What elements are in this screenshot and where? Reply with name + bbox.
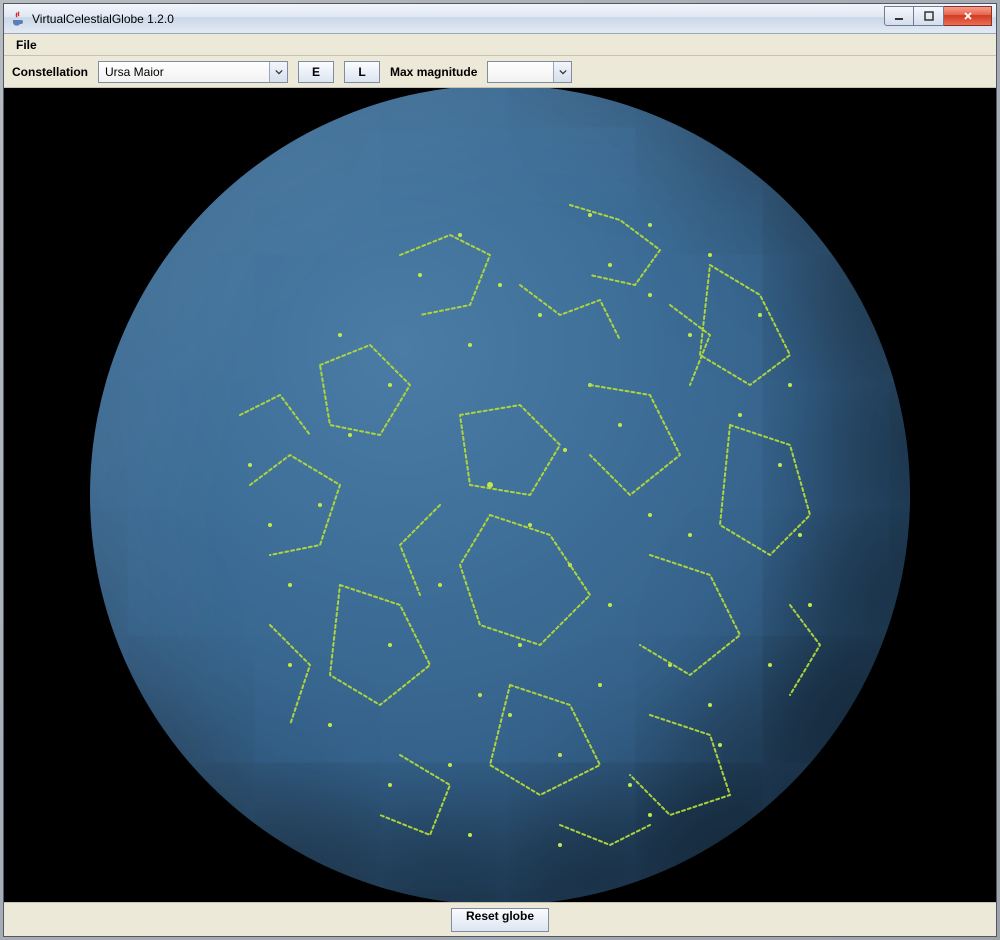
window-title: VirtualCelestialGlobe 1.2.0	[32, 12, 174, 26]
menubar: File	[4, 34, 996, 56]
e-button[interactable]: E	[298, 61, 334, 83]
footer: Reset globe	[4, 902, 996, 936]
constellation-value: Ursa Maior	[99, 65, 269, 79]
toolbar: Constellation Ursa Maior E L Max magnitu…	[4, 56, 996, 88]
minimize-button[interactable]	[884, 6, 914, 26]
window-controls	[884, 6, 992, 26]
chevron-down-icon	[553, 62, 571, 82]
constellation-label: Constellation	[12, 65, 88, 79]
java-cup-icon	[10, 11, 26, 27]
maximize-button[interactable]	[914, 6, 944, 26]
app-window: VirtualCelestialGlobe 1.2.0 File Constel…	[3, 3, 997, 937]
chevron-down-icon	[269, 62, 287, 82]
constellation-lines	[90, 88, 910, 902]
max-magnitude-label: Max magnitude	[390, 65, 477, 79]
globe-viewport[interactable]	[4, 88, 996, 902]
l-button[interactable]: L	[344, 61, 380, 83]
max-magnitude-dropdown[interactable]	[487, 61, 572, 83]
constellation-dropdown[interactable]: Ursa Maior	[98, 61, 288, 83]
close-button[interactable]	[944, 6, 992, 26]
celestial-globe[interactable]	[90, 88, 910, 902]
titlebar: VirtualCelestialGlobe 1.2.0	[4, 4, 996, 34]
menu-file[interactable]: File	[8, 36, 45, 54]
reset-globe-button[interactable]: Reset globe	[451, 908, 549, 932]
